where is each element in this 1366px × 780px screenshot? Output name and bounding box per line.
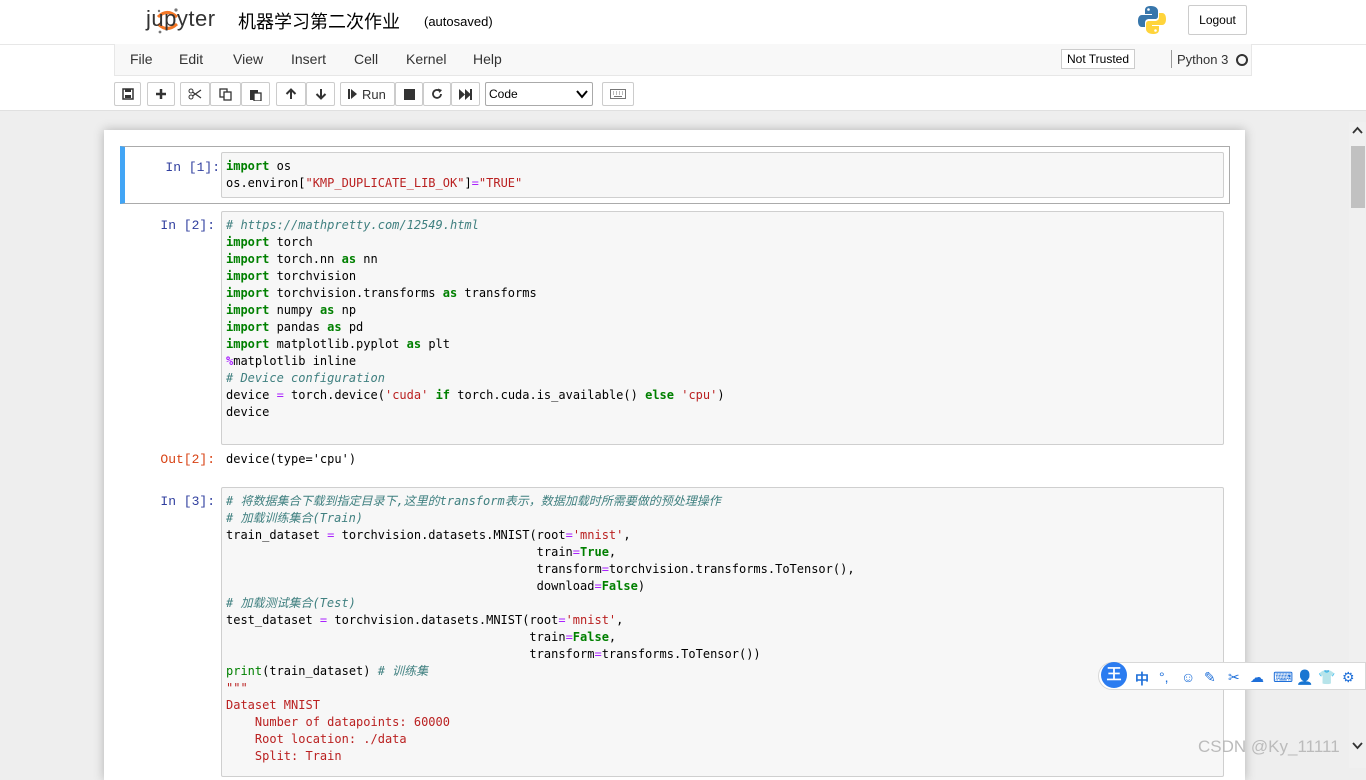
ime-keyboard-icon[interactable]: ⌨ — [1273, 669, 1293, 686]
code-token: os — [276, 159, 292, 173]
stop-icon — [403, 88, 415, 100]
kernel-separator — [1171, 50, 1172, 68]
input-prompt: In [2]: — [160, 218, 215, 233]
kernel-idle-indicator-icon — [1236, 54, 1248, 66]
menu-kernel[interactable]: Kernel — [406, 51, 446, 67]
add-cell-icon — [156, 89, 166, 99]
code-cell-2[interactable]: In [2]: # https://mathpretty.com/12549.h… — [120, 211, 1230, 471]
ime-logo-icon[interactable]: 王 — [1101, 662, 1127, 688]
menubar: File Edit View Insert Cell Kernel Help N… — [114, 44, 1252, 76]
input-prompt: In [3]: — [160, 494, 215, 509]
copy-icon — [219, 87, 232, 101]
move-up-icon — [285, 88, 297, 99]
run-button[interactable]: Run — [340, 82, 395, 106]
ime-screenshot-icon[interactable]: ✂ — [1228, 669, 1240, 686]
cut-icon — [188, 88, 202, 100]
kernel-name: Python 3 — [1177, 52, 1229, 67]
run-icon — [348, 89, 357, 99]
copy-button[interactable] — [210, 82, 241, 106]
move-down-button[interactable] — [306, 82, 335, 106]
ime-settings-icon[interactable]: ⚙ — [1342, 669, 1355, 686]
code-editor[interactable]: # https://mathpretty.com/12549.html impo… — [221, 211, 1224, 445]
save-icon — [121, 88, 134, 100]
ime-user-icon[interactable]: 👤 — [1296, 669, 1313, 686]
cell-type-value: Code — [489, 87, 518, 101]
ime-skin-icon[interactable]: 👕 — [1318, 669, 1335, 686]
scroll-down-icon[interactable] — [1352, 742, 1363, 750]
code-cell-3[interactable]: In [3]: # 将数据集合下载到指定目录下,这里的transform表示，数… — [120, 487, 1230, 777]
paste-button[interactable] — [241, 82, 270, 106]
python-logo-icon — [1138, 6, 1166, 34]
output-prompt: Out[2]: — [160, 452, 215, 467]
menu-edit[interactable]: Edit — [179, 51, 203, 67]
scrollbar-thumb[interactable] — [1351, 146, 1365, 208]
keyboard-icon — [610, 89, 626, 99]
notebook-header: jupyter 机器学习第二次作业 (autosaved) Logout — [0, 0, 1366, 44]
command-palette-button[interactable] — [602, 82, 634, 106]
autosave-status: (autosaved) — [424, 14, 493, 29]
run-button-label: Run — [362, 86, 386, 102]
code-editor[interactable]: import os os.environ["KMP_DUPLICATE_LIB_… — [221, 152, 1224, 198]
ime-chinese-mode-icon[interactable]: 中 — [1135, 669, 1149, 689]
watermark: CSDN @Ky_11111 — [1198, 737, 1340, 756]
chevron-down-icon — [576, 90, 588, 99]
cell-type-select[interactable]: Code — [485, 82, 593, 106]
menu-cell[interactable]: Cell — [354, 51, 378, 67]
not-trusted-button[interactable]: Not Trusted — [1061, 49, 1136, 69]
menu-file[interactable]: File — [130, 51, 153, 67]
logout-button[interactable]: Logout — [1188, 5, 1247, 35]
paste-icon — [250, 89, 262, 101]
ime-cloud-icon[interactable]: ☁ — [1250, 669, 1264, 686]
move-up-button[interactable] — [276, 82, 306, 106]
input-prompt: In [1]: — [165, 160, 220, 175]
code-editor[interactable]: # 将数据集合下载到指定目录下,这里的transform表示，数据加载时所需要做… — [221, 487, 1224, 777]
save-button[interactable] — [114, 82, 141, 106]
notebook-title[interactable]: 机器学习第二次作业 — [238, 8, 400, 34]
cell-output: device(type='cpu') — [226, 452, 357, 466]
restart-kernel-button[interactable] — [423, 82, 451, 106]
menu-insert[interactable]: Insert — [291, 51, 326, 67]
scroll-up-icon[interactable] — [1352, 126, 1363, 134]
menu-view[interactable]: View — [233, 51, 263, 67]
code-cell-1[interactable]: In [1]: import os os.environ["KMP_DUPLIC… — [120, 146, 1230, 204]
menu-help[interactable]: Help — [473, 51, 502, 67]
fast-forward-icon — [459, 88, 472, 100]
ime-punctuation-icon[interactable]: °, — [1159, 669, 1169, 685]
restart-run-all-button[interactable] — [451, 82, 480, 106]
interrupt-kernel-button[interactable] — [395, 82, 423, 106]
jupyter-logo-text[interactable]: jupyter — [146, 6, 216, 32]
cut-button[interactable] — [180, 82, 210, 106]
ime-emoji-icon[interactable]: ☺ — [1181, 669, 1195, 685]
restart-icon — [432, 88, 442, 99]
ime-handwrite-icon[interactable]: ✎ — [1204, 669, 1216, 686]
insert-cell-button[interactable] — [147, 82, 175, 106]
move-down-icon — [315, 89, 326, 100]
